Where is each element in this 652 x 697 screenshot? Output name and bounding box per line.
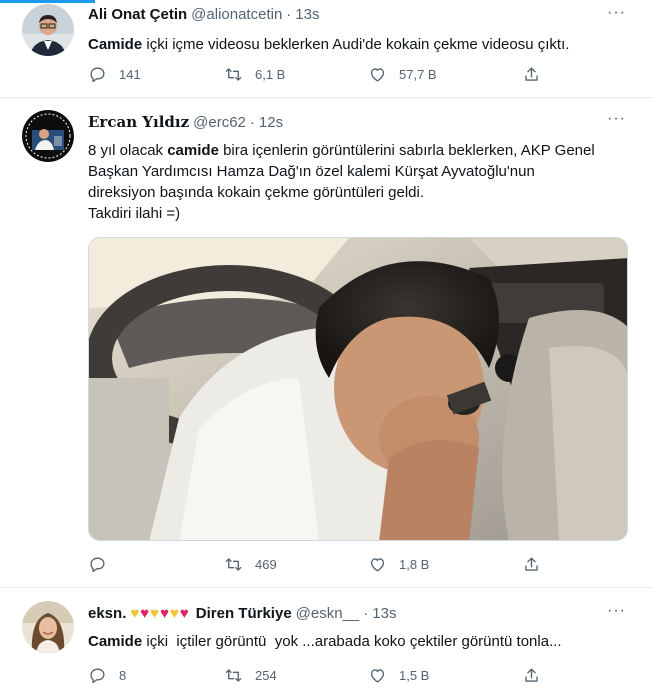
retweet-button[interactable]: 6,1 B	[224, 62, 285, 86]
reply-icon	[90, 556, 105, 572]
author-handle[interactable]: @eskn__	[296, 605, 360, 622]
tweet-header: eksn. ♥♥♥♥♥♥ Diren Türkiye @eskn__ · 13s	[88, 605, 396, 622]
hashtag-highlight: Camide	[88, 633, 143, 650]
tweet-actions: 469 1,8 B	[88, 552, 548, 576]
author-name-suffix[interactable]: Diren Türkiye	[196, 605, 292, 622]
reply-icon	[90, 667, 105, 683]
author-handle[interactable]: @alionatcetin	[191, 6, 282, 23]
retweet-icon	[225, 668, 242, 682]
retweet-icon	[225, 67, 242, 81]
tweet-actions: 8 254 1,5 B	[88, 663, 548, 687]
tweet-text: Camide içki içme videosu beklerken Audi'…	[88, 34, 569, 55]
yellow-heart-icon: ♥	[130, 605, 141, 622]
reply-count: 8	[119, 667, 127, 683]
red-heart-icon: ♥	[179, 605, 190, 622]
like-icon	[370, 668, 385, 683]
tweet-text-span: bira içenlerin görüntülerini sabırla bek…	[218, 142, 595, 159]
separator-dot: ·	[249, 113, 255, 131]
retweet-button[interactable]: 254	[224, 663, 277, 687]
reply-button[interactable]: 8	[88, 663, 126, 687]
share-icon	[525, 556, 538, 571]
tweet-header: Ercan Yıldız @erc62 · 12s	[88, 113, 283, 131]
avatar[interactable]	[22, 4, 74, 56]
author-name[interactable]: Ali Onat Çetin	[88, 6, 187, 23]
tweet-header: Ali Onat Çetin @alionatcetin · 13s	[88, 6, 319, 23]
tweet-item[interactable]: Ercan Yıldız @erc62 · 12s ··· 8 yıl olac…	[0, 98, 652, 588]
like-count: 1,5 B	[399, 667, 430, 683]
share-button[interactable]	[522, 663, 553, 687]
hashtag-highlight: camide	[167, 142, 219, 159]
retweet-button[interactable]: 469	[224, 552, 277, 576]
yellow-heart-icon: ♥	[169, 605, 180, 622]
tweet-text: 8 yıl olacak camide bira içenlerin görün…	[88, 140, 628, 224]
tweet-text-line: direksiyon başında kokain çekme görüntül…	[88, 184, 425, 201]
heart-emoji-row: ♥♥♥♥♥♥	[130, 605, 189, 622]
author-handle[interactable]: @erc62	[193, 114, 246, 131]
tweet-text: Camide içki içtiler görüntü yok ...araba…	[88, 631, 562, 652]
retweet-count: 469	[255, 556, 277, 572]
separator-dot: ·	[363, 605, 369, 622]
like-count: 1,8 B	[399, 556, 430, 572]
tweet-item[interactable]: eksn. ♥♥♥♥♥♥ Diren Türkiye @eskn__ · 13s…	[0, 588, 652, 697]
tweet-text-body: içki içtiler görüntü yok ...arabada koko…	[142, 633, 562, 650]
reply-icon	[90, 66, 105, 82]
retweet-count: 6,1 B	[255, 66, 286, 82]
tweet-text-body: içki içme videosu beklerken Audi'de koka…	[142, 36, 570, 53]
hashtag-highlight: Camide	[88, 36, 143, 53]
share-button[interactable]	[522, 62, 553, 86]
reply-button[interactable]: 141	[88, 62, 141, 86]
like-icon	[370, 557, 385, 572]
tweet-text-line: 8 yıl olacak camide bira içenlerin görün…	[88, 140, 628, 161]
tweet-text-line: Takdiri ilahi =)	[88, 205, 181, 222]
tweet-item[interactable]: Ali Onat Çetin @alionatcetin · 13s ··· C…	[0, 0, 652, 98]
share-icon	[525, 66, 538, 81]
tweet-video[interactable]	[88, 237, 628, 541]
more-icon[interactable]: ···	[607, 4, 626, 22]
separator-dot: ·	[286, 6, 292, 23]
tweet-text-span: 8 yıl olacak	[88, 142, 168, 159]
share-button[interactable]	[522, 552, 553, 576]
like-button[interactable]: 1,8 B	[368, 552, 429, 576]
avatar[interactable]	[22, 110, 74, 162]
tweet-text-line: Başkan Yardımcısı Hamza Dağ'ın özel kale…	[88, 163, 535, 180]
reply-button[interactable]	[88, 552, 119, 576]
avatar[interactable]	[22, 601, 74, 653]
tweet-time[interactable]: 13s	[372, 605, 396, 622]
tweet-actions: 141 6,1 B 57,7 B	[88, 62, 548, 86]
red-heart-icon: ♥	[140, 605, 151, 622]
more-icon[interactable]: ···	[607, 110, 626, 128]
more-icon[interactable]: ···	[607, 602, 626, 620]
like-button[interactable]: 57,7 B	[368, 62, 437, 86]
like-count: 57,7 B	[399, 66, 437, 82]
tweet-time[interactable]: 13s	[295, 6, 319, 23]
retweet-count: 254	[255, 667, 277, 683]
tweet-time[interactable]: 12s	[259, 114, 283, 131]
yellow-heart-icon: ♥	[150, 605, 161, 622]
video-thumbnail	[89, 238, 627, 540]
reply-count: 141	[119, 66, 141, 82]
like-button[interactable]: 1,5 B	[368, 663, 429, 687]
author-name[interactable]: eksn.	[88, 605, 126, 622]
like-icon	[370, 67, 385, 82]
retweet-icon	[225, 557, 242, 571]
red-heart-icon: ♥	[160, 605, 170, 622]
share-icon	[525, 667, 538, 682]
author-name[interactable]: Ercan Yıldız	[88, 113, 189, 131]
